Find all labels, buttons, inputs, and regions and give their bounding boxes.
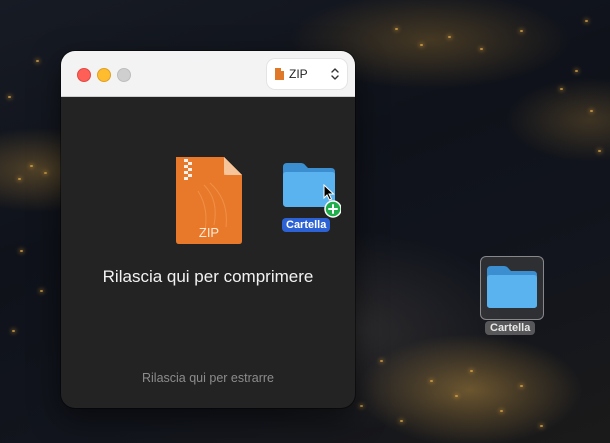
minimize-button[interactable] <box>97 68 111 82</box>
dragged-folder-label: Cartella <box>282 218 331 232</box>
pointer-cursor-icon <box>323 184 335 201</box>
format-select[interactable]: ZIP <box>267 59 347 89</box>
format-select-value: ZIP <box>289 67 308 81</box>
chevron-updown-icon <box>331 68 339 80</box>
zip-file-label: ZIP <box>199 225 219 240</box>
extract-drop-zone-text: Rilascia qui per estrarre <box>142 371 274 385</box>
folder-icon <box>487 266 537 308</box>
zip-file-icon: ZIP <box>176 157 242 244</box>
desktop-folder[interactable] <box>480 256 544 320</box>
title-bar[interactable]: ZIP <box>61 51 355 97</box>
compress-drop-zone-text: Rilascia qui per comprimere <box>102 267 314 286</box>
compress-app-window[interactable]: ZIP ZIP Cartella Rilascia qui per compri… <box>61 51 355 408</box>
zoom-button[interactable] <box>117 68 131 82</box>
zip-mini-icon <box>275 68 284 80</box>
close-button[interactable] <box>77 68 91 82</box>
desktop-folder-label[interactable]: Cartella <box>485 321 536 335</box>
